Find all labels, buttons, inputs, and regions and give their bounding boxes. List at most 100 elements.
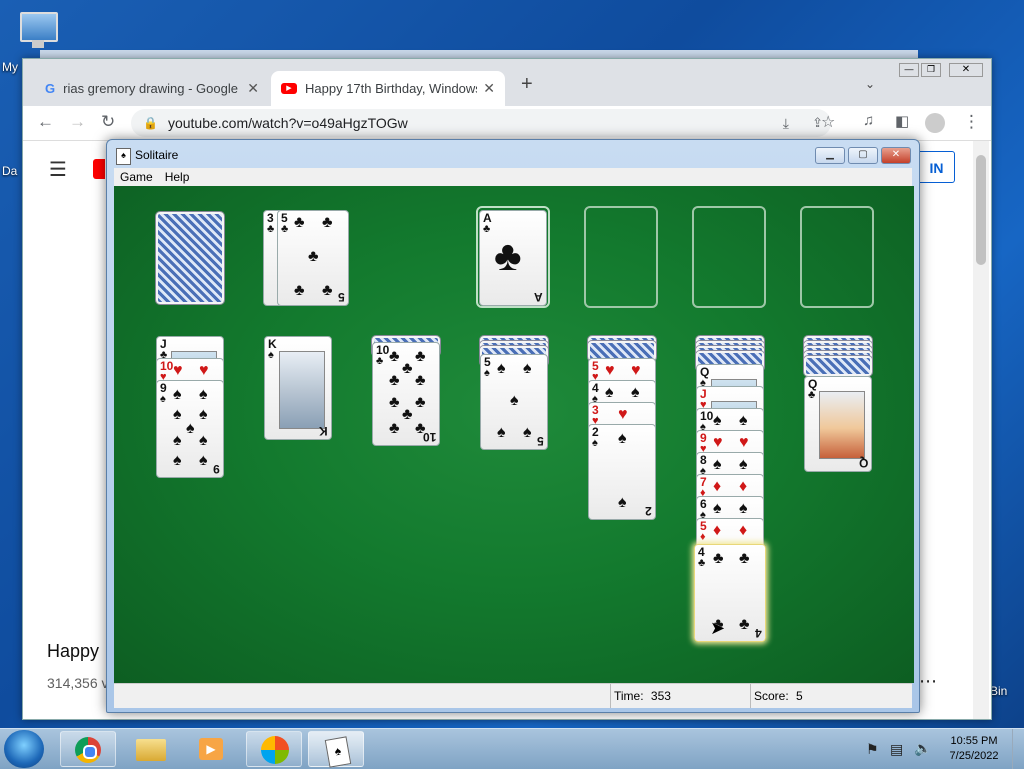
media-player-taskbar-button[interactable]: ▶ bbox=[184, 731, 240, 767]
close-tab-icon[interactable]: ✕ bbox=[483, 80, 495, 97]
close-button[interactable]: ✕ bbox=[949, 63, 983, 77]
view-count: 314,356 v bbox=[47, 675, 109, 691]
club-pip-icon: ♣ bbox=[389, 420, 400, 437]
tab-search-chevron-icon[interactable]: ⌄ bbox=[865, 77, 875, 91]
back-icon[interactable]: ← bbox=[37, 112, 54, 132]
minimize-button[interactable]: ▁ bbox=[815, 147, 845, 164]
close-button[interactable]: ✕ bbox=[881, 147, 911, 164]
card-suit: ♠ bbox=[592, 437, 598, 449]
new-tab-button[interactable]: + bbox=[521, 73, 533, 96]
tab-youtube[interactable]: ▶ Happy 17th Birthday, Windows 9 ✕ bbox=[271, 71, 505, 106]
scrollbar-track[interactable] bbox=[973, 141, 989, 719]
youtube-logo-icon[interactable] bbox=[93, 159, 105, 179]
foundation-3[interactable] bbox=[692, 206, 766, 308]
start-button[interactable] bbox=[4, 730, 44, 768]
game-board: 3 ♣ 5 ♣ ♣ ♣ ♣ ♣ ♣ 5 A ♣ ♣ A J ♣ 10 ♥ ♥ ♥… bbox=[114, 186, 914, 683]
card-suit: ♣ bbox=[376, 355, 384, 367]
diamond-pip-icon: ♦ bbox=[713, 522, 722, 539]
time-label: Time: bbox=[614, 689, 644, 703]
solitaire-app-icon: ♠ bbox=[116, 148, 131, 165]
tableau-1-card[interactable]: 9 ♠ ♠ ♠ ♠ ♠ ♠ ♠ ♠ ♠ ♠ 9 bbox=[156, 380, 224, 478]
address-bar[interactable]: 🔒 youtube.com/watch?v=o49aHgzTOGw ⤓ ⇪ bbox=[131, 109, 831, 137]
profile-avatar-icon[interactable] bbox=[925, 113, 945, 133]
bookmark-star-icon[interactable]: ☆ bbox=[821, 112, 835, 132]
spade-pip-icon: ♠ bbox=[618, 430, 627, 447]
spade-pip-icon: ♠ bbox=[199, 432, 208, 449]
foundation-2[interactable] bbox=[584, 206, 658, 308]
foundation-1-card[interactable]: A ♣ ♣ A bbox=[479, 210, 547, 306]
solitaire-taskbar-button[interactable]: ♠ bbox=[308, 731, 364, 768]
more-actions-icon[interactable]: ⋯ bbox=[919, 671, 937, 692]
waste-top-card[interactable]: 5 ♣ ♣ ♣ ♣ ♣ ♣ 5 bbox=[277, 210, 349, 306]
club-pip-icon: ♣ bbox=[389, 372, 400, 389]
action-center-icon[interactable]: ⚑ bbox=[866, 741, 879, 758]
tab-strip: G rias gremory drawing - Google S ✕ ▶ Ha… bbox=[23, 59, 991, 106]
status-bar: Time: 353 Score: 5 bbox=[114, 683, 912, 708]
tableau-3-card[interactable]: 10 ♣ ♣ ♣ ♣ ♣ ♣ ♣ ♣ ♣ ♣ ♣ 10 bbox=[372, 342, 440, 446]
queen-face-art bbox=[819, 391, 865, 459]
volume-icon[interactable]: 🔈 bbox=[914, 740, 931, 757]
video-title: Happy bbox=[47, 641, 100, 661]
tableau-7-card[interactable]: Q ♣ Q bbox=[804, 376, 872, 472]
menu-help[interactable]: Help bbox=[159, 168, 196, 186]
club-pip-icon: ♣ bbox=[308, 248, 319, 265]
desktop-icon-label-my: My bbox=[2, 60, 18, 74]
scrollbar-thumb[interactable] bbox=[976, 155, 986, 265]
spade-pip-icon: ♠ bbox=[713, 412, 722, 429]
minimize-button[interactable]: — bbox=[899, 63, 919, 77]
background-window-frame bbox=[40, 50, 918, 58]
spade-pip-icon: ♠ bbox=[739, 456, 748, 473]
time-display: Time: 353 bbox=[614, 689, 671, 703]
spade-pip-icon: ♠ bbox=[199, 452, 208, 469]
google-icon: G bbox=[45, 81, 56, 96]
windows-taskbar-button[interactable] bbox=[246, 731, 302, 767]
tableau-7-facedown bbox=[804, 356, 872, 376]
media-player-icon: ▶ bbox=[199, 738, 223, 760]
maximize-button[interactable]: ▢ bbox=[848, 147, 878, 164]
tableau-2-card[interactable]: K ♠ K bbox=[264, 336, 332, 440]
spade-pip-icon: ♠ bbox=[173, 432, 182, 449]
tableau-6-selected-card[interactable]: 4 ♣ ♣ ♣ ♣ ♣ 4 bbox=[694, 544, 766, 642]
card-suit: ♣ bbox=[281, 223, 289, 235]
spade-pip-icon: ♠ bbox=[605, 384, 614, 401]
side-panel-icon[interactable]: ◧ bbox=[895, 112, 909, 130]
spade-pip-icon: ♠ bbox=[199, 386, 208, 403]
score-display: Score: 5 bbox=[754, 689, 803, 703]
heart-pip-icon: ♥ bbox=[199, 362, 209, 379]
sign-in-label: IN bbox=[929, 160, 944, 176]
sign-in-button[interactable]: IN bbox=[919, 151, 955, 183]
hamburger-menu-icon[interactable]: ☰ bbox=[49, 157, 67, 182]
club-pip-icon: ♣ bbox=[402, 406, 413, 423]
install-icon[interactable]: ⤓ bbox=[783, 115, 789, 132]
menu-kebab-icon[interactable]: ⋮ bbox=[963, 112, 980, 132]
mouse-cursor-icon: ➤ bbox=[710, 618, 726, 638]
stock-pile[interactable] bbox=[156, 212, 224, 304]
desktop-computer-icon[interactable] bbox=[14, 8, 60, 54]
tab-google[interactable]: G rias gremory drawing - Google S ✕ bbox=[35, 71, 269, 106]
tab-title: rias gremory drawing - Google S bbox=[63, 81, 242, 96]
diamond-pip-icon: ♦ bbox=[739, 478, 748, 495]
explorer-taskbar-button[interactable] bbox=[124, 731, 180, 767]
score-value: 5 bbox=[796, 689, 803, 703]
foundation-4[interactable] bbox=[800, 206, 874, 308]
tableau-5-card[interactable]: 2 ♠ ♠ ♠ 2 bbox=[588, 424, 656, 520]
chrome-taskbar-button[interactable] bbox=[60, 731, 116, 767]
reload-icon[interactable]: ↻ bbox=[101, 112, 115, 132]
menu-game[interactable]: Game bbox=[114, 168, 159, 186]
show-desktop-button[interactable] bbox=[1012, 729, 1024, 769]
tableau-4-card[interactable]: 5 ♠ ♠ ♠ ♠ ♠ ♠ 5 bbox=[480, 354, 548, 450]
desktop-icon-label-bin: Bin bbox=[990, 684, 1008, 698]
clock[interactable]: 10:55 PM 7/25/2022 bbox=[944, 734, 1004, 764]
close-tab-icon[interactable]: ✕ bbox=[247, 80, 259, 97]
club-pip-icon: ♣ bbox=[322, 214, 333, 231]
score-label: Score: bbox=[754, 689, 789, 703]
network-icon[interactable]: ▤ bbox=[890, 741, 903, 758]
club-pip-icon: ♣ bbox=[739, 616, 750, 633]
spade-pip-icon: ♠ bbox=[173, 452, 182, 469]
restore-button[interactable]: ❐ bbox=[921, 63, 941, 77]
forward-icon[interactable]: → bbox=[69, 112, 86, 132]
chrome-icon-center bbox=[83, 745, 97, 759]
media-icon[interactable]: ♫ bbox=[863, 112, 874, 129]
clock-time: 10:55 PM bbox=[950, 735, 998, 747]
heart-pip-icon: ♥ bbox=[605, 362, 615, 379]
